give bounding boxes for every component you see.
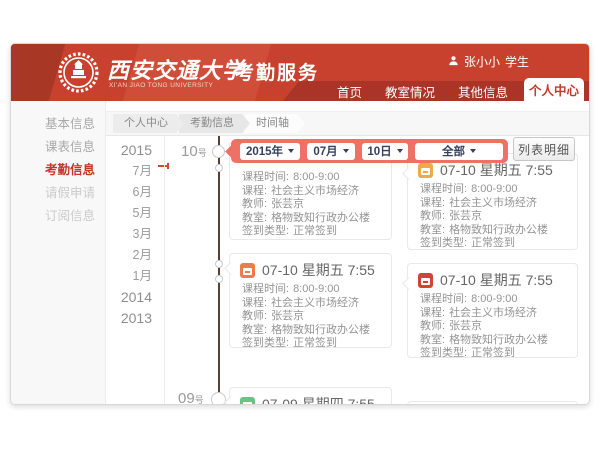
user-menu[interactable]: 张小小 学生 [448, 53, 529, 70]
chevron-down-icon [288, 149, 294, 153]
field-teacher: 教师:张芸京 [242, 198, 391, 212]
sidebar-item-attendance-info[interactable]: 考勤信息 [11, 159, 105, 182]
field-classroom: 教室:格物致知行政办公楼 [242, 212, 391, 226]
field-classroom: 教室:格物致知行政办公楼 [420, 224, 577, 238]
nav-personal-center-active-tab[interactable]: 个人中心 [524, 78, 584, 101]
current-month-marker [158, 165, 167, 167]
card-date: 07-10 星期五 7:55 [440, 160, 553, 180]
app-window: 西安交通大学 XI'AN JIAO TONG UNIVERSITY 考勤服务 张… [10, 43, 590, 405]
app-title: 考勤服务 [235, 58, 319, 85]
card-date: 07-10 星期五 7:55 [262, 260, 375, 280]
user-icon [448, 55, 459, 69]
day-label-10: 10号 [181, 143, 207, 161]
calendar-icon [240, 397, 255, 406]
attendance-card-partial [407, 401, 578, 405]
field-teacher: 教师:张芸京 [420, 320, 577, 334]
main-nav: 首页 教室情况 其他信息 [337, 81, 508, 101]
attendance-card: 07-09 星期四 7:55 [229, 387, 392, 405]
chevron-down-icon [470, 149, 476, 153]
list-detail-button[interactable]: 列表明细 [513, 137, 575, 161]
sidebar: 基本信息 课表信息 考勤信息 请假申请 订阅信息 [11, 101, 106, 404]
attendance-card: 07-10 星期五 7:55 课程时间:8:00-9:00 课程:社会主义市场经… [229, 253, 392, 348]
field-course: 课程:社会主义市场经济 [420, 197, 577, 211]
field-classroom: 教室:格物致知行政办公楼 [242, 324, 391, 338]
sidebar-item-schedule-info[interactable]: 课表信息 [11, 136, 105, 159]
scale-month-jan[interactable]: 1月 [106, 266, 162, 287]
calendar-icon [418, 273, 433, 288]
sidebar-item-basic-info[interactable]: 基本信息 [11, 113, 105, 136]
scale-month-mar[interactable]: 3月 [106, 224, 162, 245]
timeline-node [212, 145, 225, 158]
scale-year-2014[interactable]: 2014 [106, 287, 162, 308]
scale-month-jun[interactable]: 6月 [106, 182, 162, 203]
day-dropdown[interactable]: 10日 [362, 143, 408, 160]
breadcrumb-attendance-info[interactable]: 考勤信息 [179, 114, 250, 133]
nav-other-info[interactable]: 其他信息 [458, 82, 508, 101]
scale-month-feb[interactable]: 2月 [106, 245, 162, 266]
field-signin-type: 签到类型:正常签到 [420, 237, 577, 251]
scale-divider [164, 136, 165, 404]
day-label-09: 09号 [178, 390, 204, 405]
scale-month-may[interactable]: 5月 [106, 203, 162, 224]
university-name-en: XI'AN JIAO TONG UNIVERSITY [109, 82, 213, 89]
chevron-down-icon [343, 149, 349, 153]
timeline-node [215, 260, 223, 268]
calendar-icon [240, 263, 255, 278]
breadcrumb-timeline[interactable]: 时间轴 [245, 114, 305, 133]
calendar-icon [418, 163, 433, 178]
month-dropdown[interactable]: 07月 [307, 143, 355, 160]
field-teacher: 教师:张芸京 [242, 310, 391, 324]
breadcrumb-personal-center[interactable]: 个人中心 [113, 114, 184, 133]
field-course-time: 课程时间:8:00-9:00 [420, 293, 577, 307]
attendance-card: 07-10 星期五 7:55 课程时间:8:00-9:00 课程:社会主义市场经… [407, 263, 578, 358]
university-logo [58, 52, 99, 93]
field-course: 课程:社会主义市场经济 [420, 307, 577, 321]
field-teacher: 教师:张芸京 [420, 210, 577, 224]
field-course-time: 课程时间:8:00-9:00 [242, 171, 391, 185]
field-signin-type: 签到类型:正常签到 [242, 337, 391, 351]
field-course-time: 课程时间:8:00-9:00 [420, 183, 577, 197]
card-date: 07-09 星期四 7:55 [262, 394, 375, 405]
field-course: 课程:社会主义市场经济 [242, 297, 391, 311]
breadcrumb: 个人中心 考勤信息 时间轴 [106, 111, 589, 136]
card-date: 07-10 星期五 7:55 [440, 270, 553, 290]
timeline-node [215, 164, 223, 172]
attendance-card: 07-10 星期五 7:55 课程时间:8:00-9:00 课程:社会主义市场经… [407, 153, 578, 250]
field-signin-type: 签到类型:正常签到 [420, 347, 577, 361]
field-course-time: 课程时间:8:00-9:00 [242, 283, 391, 297]
field-course: 课程:社会主义市场经济 [242, 185, 391, 199]
timeline-node [215, 275, 223, 283]
university-name-cn: 西安交通大学 [107, 53, 245, 85]
year-dropdown[interactable]: 2015年 [240, 143, 300, 160]
sidebar-item-leave-request[interactable]: 请假申请 [11, 182, 105, 205]
user-role: 学生 [505, 53, 529, 70]
sidebar-list: 基本信息 课表信息 考勤信息 请假申请 订阅信息 [11, 113, 105, 228]
sidebar-item-subscription-info[interactable]: 订阅信息 [11, 205, 105, 228]
nav-home[interactable]: 首页 [337, 82, 362, 101]
scale-month-jul[interactable]: 7月 [106, 161, 162, 182]
scale-year-2015[interactable]: 2015 [106, 140, 162, 161]
app-header: 西安交通大学 XI'AN JIAO TONG UNIVERSITY 考勤服务 张… [11, 44, 589, 101]
date-filter-bar: 2015年 07月 10日 全部 [231, 139, 508, 163]
nav-classrooms[interactable]: 教室情况 [385, 82, 435, 101]
timeline-scale: 2015 7月 6月 5月 3月 2月 1月 2014 2013 [106, 140, 162, 329]
field-classroom: 教室:格物致知行政办公楼 [420, 334, 577, 348]
scale-year-2013[interactable]: 2013 [106, 308, 162, 329]
chevron-down-icon [397, 149, 403, 153]
field-signin-type: 签到类型:正常签到 [242, 225, 391, 239]
user-name: 张小小 [464, 53, 500, 70]
type-dropdown[interactable]: 全部 [415, 143, 503, 160]
